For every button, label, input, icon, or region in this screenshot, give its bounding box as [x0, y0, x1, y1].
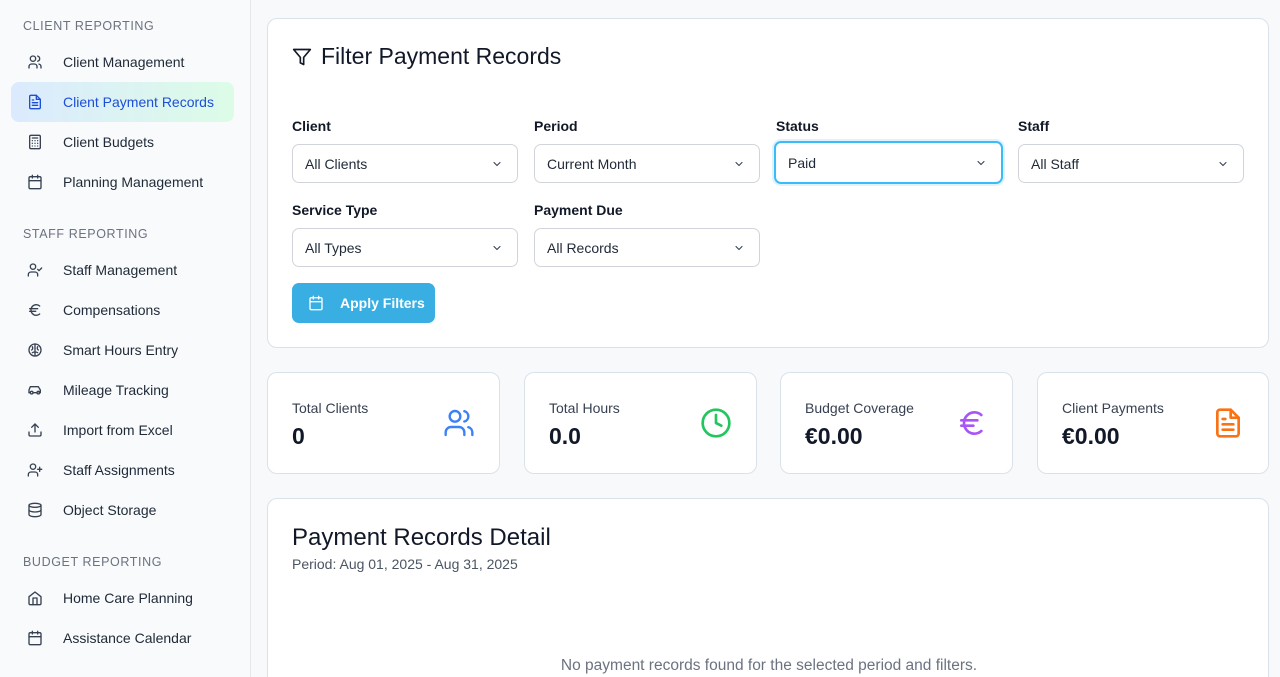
sidebar-item-compensations[interactable]: Compensations: [11, 290, 234, 330]
status-label: Status: [776, 118, 819, 134]
sidebar-item-smart-hours-entry[interactable]: Smart Hours Entry: [11, 330, 234, 370]
status-select[interactable]: Paid: [774, 141, 1003, 184]
chevron-down-icon: [735, 245, 743, 250]
sidebar-item-label: Compensations: [63, 302, 161, 318]
stat-label: Budget Coverage: [805, 400, 914, 416]
sidebar-item-import-from-excel[interactable]: Import from Excel: [11, 410, 234, 450]
filter-title: Filter Payment Records: [292, 43, 561, 70]
service-type-select-value: All Types: [305, 239, 362, 256]
staff-label: Staff: [1018, 118, 1050, 134]
home-icon: [25, 588, 45, 608]
client-select-value: All Clients: [305, 155, 368, 172]
section-label-budget-reporting: BUDGET REPORTING: [23, 555, 163, 569]
staff-select-value: All Staff: [1031, 155, 1079, 172]
chevron-down-icon: [735, 161, 743, 166]
brain-icon: [25, 340, 45, 360]
calendar-icon: [25, 628, 45, 648]
sidebar-item-label: Client Management: [63, 54, 185, 70]
euro-icon: [960, 410, 983, 435]
payment-records-detail-card: Payment Records Detail Period: Aug 01, 2…: [267, 498, 1269, 677]
section-label-staff-reporting: STAFF REPORTING: [23, 227, 149, 241]
client-select[interactable]: All Clients: [292, 144, 518, 183]
period-select[interactable]: Current Month: [534, 144, 760, 183]
user-plus-icon: [25, 460, 45, 480]
stat-card-total-clients: Total Clients 0: [267, 372, 500, 474]
stat-value: €0.00: [805, 423, 863, 449]
sidebar-item-label: Client Budgets: [63, 134, 155, 150]
sidebar-item-assistance-calendar[interactable]: Assistance Calendar: [11, 618, 234, 658]
empty-state-message: No payment records found for the selecte…: [560, 657, 978, 674]
euro-icon: [25, 300, 45, 320]
stat-label: Client Payments: [1062, 400, 1164, 416]
period-select-value: Current Month: [547, 155, 637, 172]
stat-value: €0.00: [1062, 423, 1120, 449]
stat-value: 0: [292, 423, 305, 449]
payment-due-select[interactable]: All Records: [534, 228, 760, 267]
apply-filters-button[interactable]: Apply Filters: [292, 283, 435, 323]
sidebar-item-client-budgets[interactable]: Client Budgets: [11, 122, 234, 162]
sidebar-item-label: Mileage Tracking: [63, 382, 169, 398]
document-icon: [1216, 408, 1240, 438]
detail-period: Period: Aug 01, 2025 - Aug 31, 2025: [292, 556, 518, 572]
users-icon: [25, 52, 45, 72]
sidebar-item-label: Object Storage: [63, 502, 157, 518]
sidebar-item-label: Import from Excel: [63, 422, 173, 438]
sidebar-item-staff-management[interactable]: Staff Management: [11, 250, 234, 290]
payment-due-select-value: All Records: [547, 239, 619, 256]
sidebar-item-label: Planning Management: [63, 174, 204, 190]
database-icon: [25, 500, 45, 520]
sidebar-item-mileage-tracking[interactable]: Mileage Tracking: [11, 370, 234, 410]
sidebar-item-staff-assignments[interactable]: Staff Assignments: [11, 450, 234, 490]
clock-icon: [701, 408, 731, 438]
sidebar-item-object-storage[interactable]: Object Storage: [11, 490, 234, 530]
service-type-select[interactable]: All Types: [292, 228, 518, 267]
stat-card-total-hours: Total Hours 0.0: [524, 372, 757, 474]
chevron-down-icon: [977, 160, 985, 165]
period-label: Period: [534, 118, 578, 134]
document-icon: [25, 92, 45, 112]
users-icon: [444, 409, 474, 437]
stat-value: 0.0: [549, 423, 581, 449]
car-icon: [25, 380, 45, 400]
payment-due-label: Payment Due: [534, 202, 623, 218]
status-select-value: Paid: [788, 154, 817, 171]
stat-label: Total Hours: [549, 400, 620, 416]
filter-card: Filter Payment Records Client All Client…: [267, 18, 1269, 348]
sidebar: CLIENT REPORTING Client Management Clien…: [0, 0, 251, 677]
stat-card-budget-coverage: Budget Coverage €0.00: [780, 372, 1013, 474]
calendar-icon: [25, 172, 45, 192]
user-check-icon: [25, 260, 45, 280]
filter-title-text: Filter Payment Records: [321, 43, 562, 69]
client-label: Client: [292, 118, 331, 134]
staff-select[interactable]: All Staff: [1018, 144, 1244, 183]
stat-label: Total Clients: [292, 400, 369, 416]
detail-title: Payment Records Detail: [292, 524, 551, 551]
sidebar-item-client-management[interactable]: Client Management: [11, 42, 234, 82]
sidebar-item-client-payment-records[interactable]: Client Payment Records: [11, 82, 234, 122]
calendar-icon: [309, 295, 323, 311]
section-label-client-reporting: CLIENT REPORTING: [23, 19, 155, 33]
service-type-label: Service Type: [292, 202, 378, 218]
calculator-icon: [25, 132, 45, 152]
sidebar-item-label: Staff Management: [63, 262, 178, 278]
chevron-down-icon: [493, 245, 501, 250]
sidebar-item-label: Staff Assignments: [63, 462, 175, 478]
sidebar-item-label: Smart Hours Entry: [63, 342, 179, 358]
sidebar-item-label: Client Payment Records: [63, 94, 214, 110]
stat-card-client-payments: Client Payments €0.00: [1037, 372, 1269, 474]
sidebar-item-home-care-planning[interactable]: Home Care Planning: [11, 578, 234, 618]
upload-icon: [25, 420, 45, 440]
apply-filters-label: Apply Filters: [340, 295, 425, 311]
sidebar-item-label: Assistance Calendar: [63, 630, 192, 646]
sidebar-item-planning-management[interactable]: Planning Management: [11, 162, 234, 202]
chevron-down-icon: [493, 161, 501, 166]
chevron-down-icon: [1219, 161, 1227, 166]
sidebar-item-label: Home Care Planning: [63, 590, 193, 606]
filter-icon: [292, 48, 312, 65]
